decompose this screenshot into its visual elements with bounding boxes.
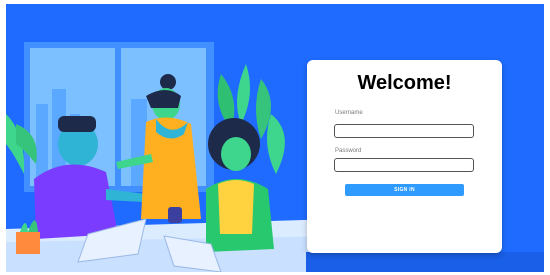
page: Welcome! Username Password SIGN IN xyxy=(0,0,550,275)
sign-in-button[interactable]: SIGN IN xyxy=(345,184,464,196)
username-label: Username xyxy=(335,110,363,116)
password-label: Password xyxy=(335,148,362,154)
password-input[interactable] xyxy=(334,158,474,172)
username-input[interactable] xyxy=(334,124,474,138)
login-card: Welcome! Username Password SIGN IN xyxy=(307,60,502,253)
hero-background: Welcome! Username Password SIGN IN xyxy=(6,4,544,272)
card-title: Welcome! xyxy=(357,72,452,94)
